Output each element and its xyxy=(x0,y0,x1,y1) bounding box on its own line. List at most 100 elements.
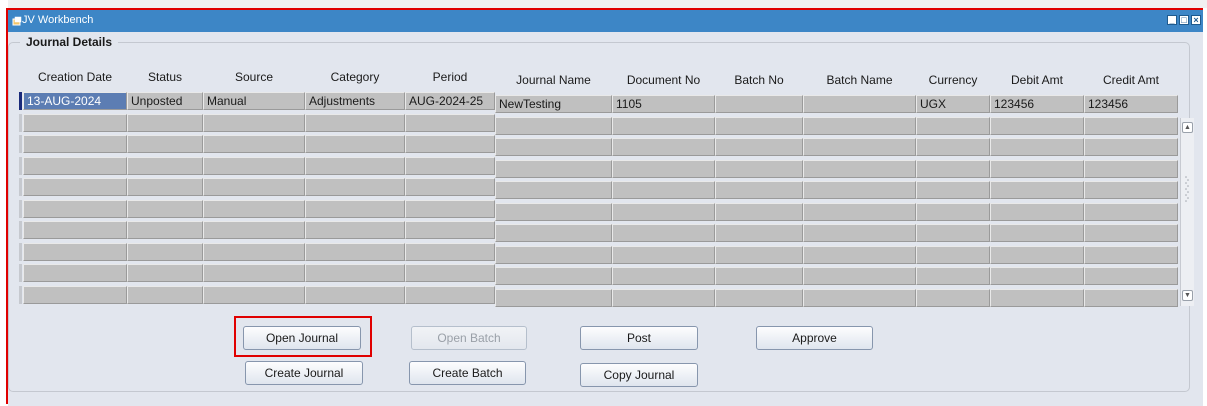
cell-creation-date[interactable] xyxy=(23,243,127,261)
cell-creation-date[interactable] xyxy=(23,157,127,175)
cell-batch-name[interactable] xyxy=(803,203,916,221)
cell-category[interactable] xyxy=(305,157,405,175)
approve-button[interactable]: Approve xyxy=(756,326,873,350)
copy-journal-button[interactable]: Copy Journal xyxy=(580,363,698,387)
row-indicator[interactable] xyxy=(19,200,22,218)
cell-document-no[interactable] xyxy=(612,246,715,264)
cell-journal-name[interactable] xyxy=(495,117,612,135)
cell-credit-amt[interactable] xyxy=(1084,181,1178,199)
cell-journal-name[interactable] xyxy=(495,246,612,264)
cell-currency[interactable] xyxy=(916,224,990,242)
title-bar[interactable]: JV Workbench _ □ × xyxy=(8,10,1203,32)
cell-document-no[interactable] xyxy=(612,138,715,156)
cell-period[interactable] xyxy=(405,286,495,304)
cell-category[interactable] xyxy=(305,178,405,196)
cell-debit-amt[interactable] xyxy=(990,117,1084,135)
cell-source[interactable] xyxy=(203,264,305,282)
cell-batch-name[interactable] xyxy=(803,117,916,135)
cell-period[interactable] xyxy=(405,264,495,282)
cell-status[interactable] xyxy=(127,264,203,282)
cell-debit-amt[interactable] xyxy=(990,138,1084,156)
cell-debit-amt[interactable] xyxy=(990,246,1084,264)
row-indicator[interactable] xyxy=(19,114,22,132)
cell-currency[interactable] xyxy=(916,138,990,156)
cell-credit-amt[interactable] xyxy=(1084,117,1178,135)
cell-batch-no[interactable] xyxy=(715,203,803,221)
cell-batch-no[interactable] xyxy=(715,117,803,135)
cell-batch-name[interactable] xyxy=(803,160,916,178)
cell-debit-amt[interactable] xyxy=(990,267,1084,285)
minimize-icon[interactable]: _ xyxy=(1167,15,1177,25)
cell-currency[interactable] xyxy=(916,246,990,264)
cell-debit-amt[interactable] xyxy=(990,224,1084,242)
cell-debit-amt[interactable]: 123456 xyxy=(990,95,1084,113)
cell-period[interactable] xyxy=(405,243,495,261)
cell-journal-name[interactable] xyxy=(495,181,612,199)
cell-creation-date[interactable] xyxy=(23,286,127,304)
cell-creation-date[interactable] xyxy=(23,264,127,282)
cell-batch-name[interactable] xyxy=(803,224,916,242)
cell-batch-name[interactable] xyxy=(803,138,916,156)
cell-journal-name[interactable] xyxy=(495,138,612,156)
cell-status[interactable] xyxy=(127,286,203,304)
cell-currency[interactable] xyxy=(916,117,990,135)
create-journal-button[interactable]: Create Journal xyxy=(245,361,363,385)
cell-currency[interactable] xyxy=(916,289,990,307)
cell-status[interactable] xyxy=(127,178,203,196)
create-batch-button[interactable]: Create Batch xyxy=(409,361,526,385)
cell-credit-amt[interactable] xyxy=(1084,267,1178,285)
cell-creation-date[interactable] xyxy=(23,221,127,239)
cell-journal-name[interactable] xyxy=(495,267,612,285)
cell-debit-amt[interactable] xyxy=(990,181,1084,199)
cell-batch-name[interactable] xyxy=(803,289,916,307)
cell-batch-no[interactable] xyxy=(715,246,803,264)
cell-status[interactable] xyxy=(127,243,203,261)
cell-currency[interactable] xyxy=(916,203,990,221)
row-indicator[interactable] xyxy=(19,243,22,261)
cell-document-no[interactable] xyxy=(612,117,715,135)
cell-document-no[interactable] xyxy=(612,160,715,178)
cell-document-no[interactable]: 1105 xyxy=(612,95,715,113)
close-icon[interactable]: × xyxy=(1191,15,1201,25)
cell-document-no[interactable] xyxy=(612,224,715,242)
cell-journal-name[interactable] xyxy=(495,289,612,307)
cell-document-no[interactable] xyxy=(612,267,715,285)
cell-source[interactable] xyxy=(203,286,305,304)
maximize-icon[interactable]: □ xyxy=(1179,15,1189,25)
cell-source[interactable] xyxy=(203,221,305,239)
cell-period[interactable] xyxy=(405,157,495,175)
cell-source[interactable] xyxy=(203,178,305,196)
cell-currency[interactable] xyxy=(916,160,990,178)
cell-creation-date[interactable] xyxy=(23,178,127,196)
cell-source[interactable] xyxy=(203,243,305,261)
cell-journal-name[interactable]: NewTesting xyxy=(495,95,612,113)
post-button[interactable]: Post xyxy=(580,326,698,350)
cell-source[interactable] xyxy=(203,135,305,153)
cell-debit-amt[interactable] xyxy=(990,203,1084,221)
cell-batch-no[interactable] xyxy=(715,138,803,156)
cell-debit-amt[interactable] xyxy=(990,289,1084,307)
cell-status[interactable]: Unposted xyxy=(127,92,203,110)
cell-batch-no[interactable] xyxy=(715,289,803,307)
cell-credit-amt[interactable] xyxy=(1084,289,1178,307)
cell-category[interactable] xyxy=(305,135,405,153)
cell-credit-amt[interactable] xyxy=(1084,224,1178,242)
cell-creation-date[interactable] xyxy=(23,200,127,218)
cell-credit-amt[interactable] xyxy=(1084,246,1178,264)
cell-batch-no[interactable] xyxy=(715,95,803,113)
cell-period[interactable] xyxy=(405,178,495,196)
cell-currency[interactable]: UGX xyxy=(916,95,990,113)
cell-source[interactable] xyxy=(203,114,305,132)
cell-source[interactable]: Manual xyxy=(203,92,305,110)
cell-period[interactable]: AUG-2024-25 xyxy=(405,92,495,110)
cell-category[interactable]: Adjustments xyxy=(305,92,405,110)
cell-source[interactable] xyxy=(203,200,305,218)
cell-creation-date[interactable]: 13-AUG-2024 xyxy=(23,92,127,110)
cell-batch-no[interactable] xyxy=(715,224,803,242)
cell-period[interactable] xyxy=(405,114,495,132)
cell-batch-no[interactable] xyxy=(715,267,803,285)
cell-status[interactable] xyxy=(127,114,203,132)
row-indicator[interactable] xyxy=(19,264,22,282)
cell-status[interactable] xyxy=(127,135,203,153)
cell-batch-name[interactable] xyxy=(803,246,916,264)
